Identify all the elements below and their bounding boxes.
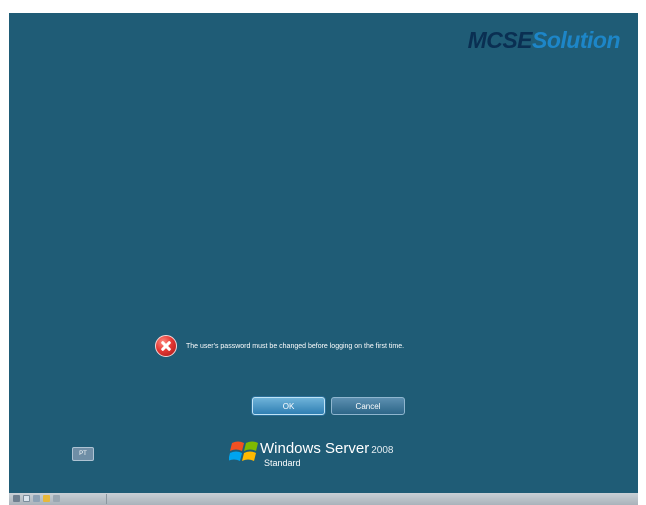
taskbar-icons: [13, 495, 60, 502]
sound-icon[interactable]: [53, 495, 60, 502]
ok-button[interactable]: OK: [252, 397, 325, 415]
host-taskbar: [9, 493, 638, 505]
product-version: 2008: [371, 445, 394, 456]
computer-icon[interactable]: [23, 495, 30, 502]
product-edition: Standard: [264, 458, 301, 468]
language-indicator-button[interactable]: PT: [72, 447, 94, 461]
product-title: Windows Server: [260, 440, 370, 457]
error-message-row: The user's password must be changed befo…: [155, 334, 404, 358]
screenshot-frame: MCSESolution The user's password must be…: [0, 0, 646, 505]
folder-icon[interactable]: [43, 495, 50, 502]
watermark-part2: Solution: [532, 27, 620, 53]
cancel-button[interactable]: Cancel: [331, 397, 405, 415]
watermark-part1: MCSE: [467, 27, 533, 53]
taskbar-separator: [106, 494, 107, 504]
window-icon[interactable]: [33, 495, 40, 502]
logon-screen: MCSESolution The user's password must be…: [9, 13, 638, 493]
network-icon[interactable]: [13, 495, 20, 502]
error-message-text: The user's password must be changed befo…: [186, 342, 405, 350]
windows-logo-icon: [229, 441, 258, 461]
error-icon: [155, 335, 177, 357]
watermark-logo: MCSESolution: [467, 27, 621, 54]
product-name: Windows Server 2008: [260, 440, 393, 457]
